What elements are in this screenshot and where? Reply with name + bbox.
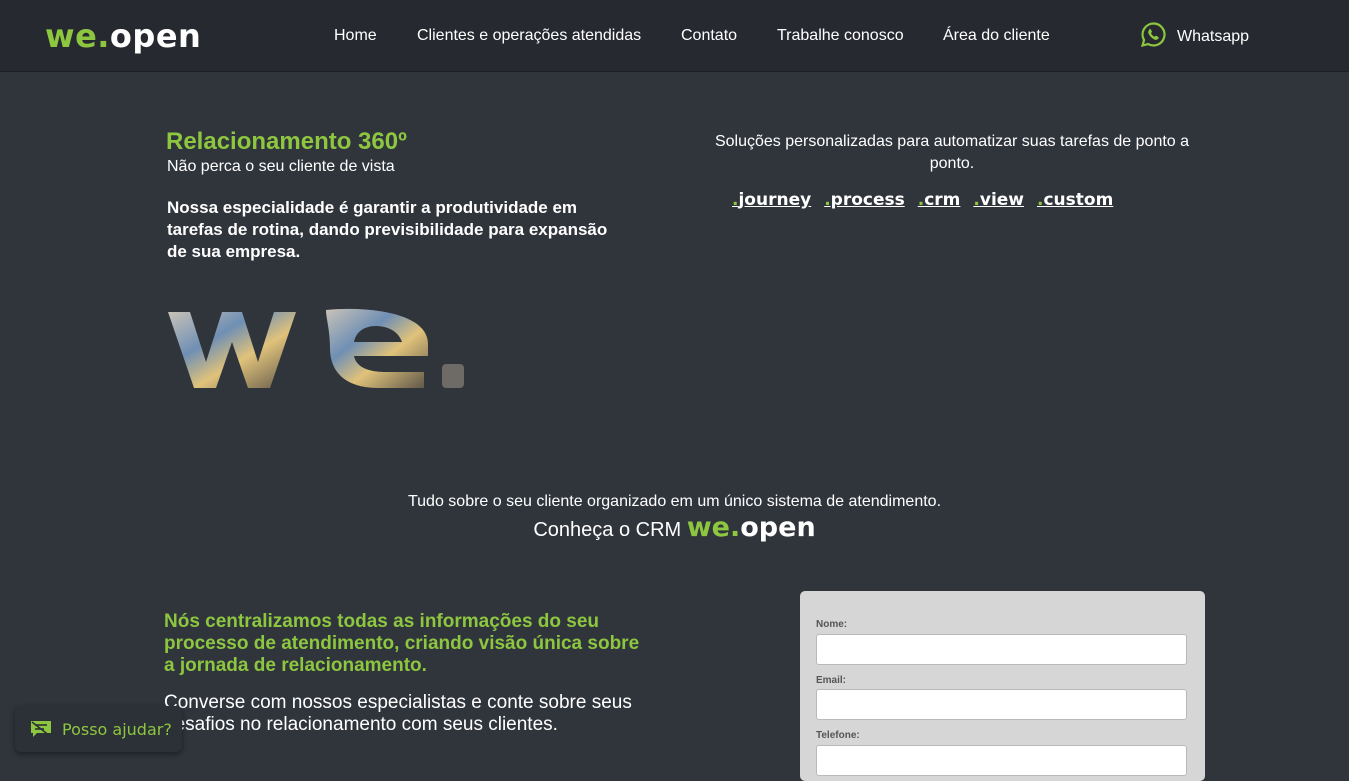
- product-custom[interactable]: .custom: [1037, 190, 1113, 210]
- product-process-label: process: [830, 190, 905, 210]
- product-journey-label: journey: [738, 190, 812, 210]
- centralize-text: Nós centralizamos todas as informações d…: [164, 611, 640, 676]
- logo[interactable]: we.open: [45, 16, 201, 56]
- crm-tagline: Tudo sobre o seu cliente organizado em u…: [407, 493, 942, 510]
- product-view[interactable]: .view: [973, 190, 1024, 210]
- name-field[interactable]: [816, 634, 1187, 665]
- nav-trabalhe-conosco[interactable]: Trabalhe conosco: [777, 27, 904, 45]
- top-navbar: we.open Home Clientes e operações atendi…: [0, 0, 1349, 72]
- crm-cta-text: Conheça o CRM: [533, 519, 682, 541]
- chat-icon: [30, 720, 52, 738]
- product-journey[interactable]: .journey: [732, 190, 811, 210]
- whatsapp-label: Whatsapp: [1177, 28, 1250, 45]
- logo-we: we.: [45, 17, 110, 55]
- contact-form: Nome: Email: Telefone:: [800, 591, 1205, 781]
- hero-description: Nossa especialidade é garantir a produti…: [167, 198, 608, 261]
- product-links: .journey .process .crm .view .custom: [732, 190, 1126, 210]
- nav-home[interactable]: Home: [334, 27, 377, 45]
- solutions-intro: Soluções personalizadas para automatizar…: [714, 133, 1190, 172]
- hero-subtitle: Não perca o seu cliente de vista: [167, 158, 395, 175]
- nav-clientes[interactable]: Clientes e operações atendidas: [417, 27, 641, 45]
- whatsapp-link[interactable]: Whatsapp: [1140, 22, 1249, 52]
- crm-logo-we: we.: [686, 512, 741, 543]
- email-label: Email:: [816, 675, 847, 686]
- we-photo-logo: [166, 300, 466, 397]
- product-crm[interactable]: .crm: [918, 190, 961, 210]
- logo-open: open: [109, 17, 202, 55]
- product-crm-label: crm: [924, 190, 961, 210]
- product-view-label: view: [979, 190, 1025, 210]
- email-field[interactable]: [816, 689, 1187, 720]
- product-process[interactable]: .process: [824, 190, 905, 210]
- nav-area-do-cliente[interactable]: Área do cliente: [943, 27, 1050, 45]
- chat-widget[interactable]: Posso ajudar?: [15, 706, 182, 752]
- phone-field[interactable]: [816, 745, 1187, 776]
- product-custom-label: custom: [1043, 190, 1114, 210]
- nav-contato[interactable]: Contato: [681, 27, 737, 45]
- whatsapp-icon: [1140, 21, 1167, 53]
- name-label: Nome:: [816, 619, 848, 630]
- crm-cta: Conheça o CRM we.open: [0, 512, 1349, 543]
- crm-logo-open: open: [740, 512, 816, 543]
- specialists-text: Converse com nossos especialistas e cont…: [164, 692, 632, 735]
- hero-title: Relacionamento 360º: [166, 128, 407, 155]
- chat-label: Posso ajudar?: [62, 719, 172, 739]
- phone-label: Telefone:: [816, 730, 860, 741]
